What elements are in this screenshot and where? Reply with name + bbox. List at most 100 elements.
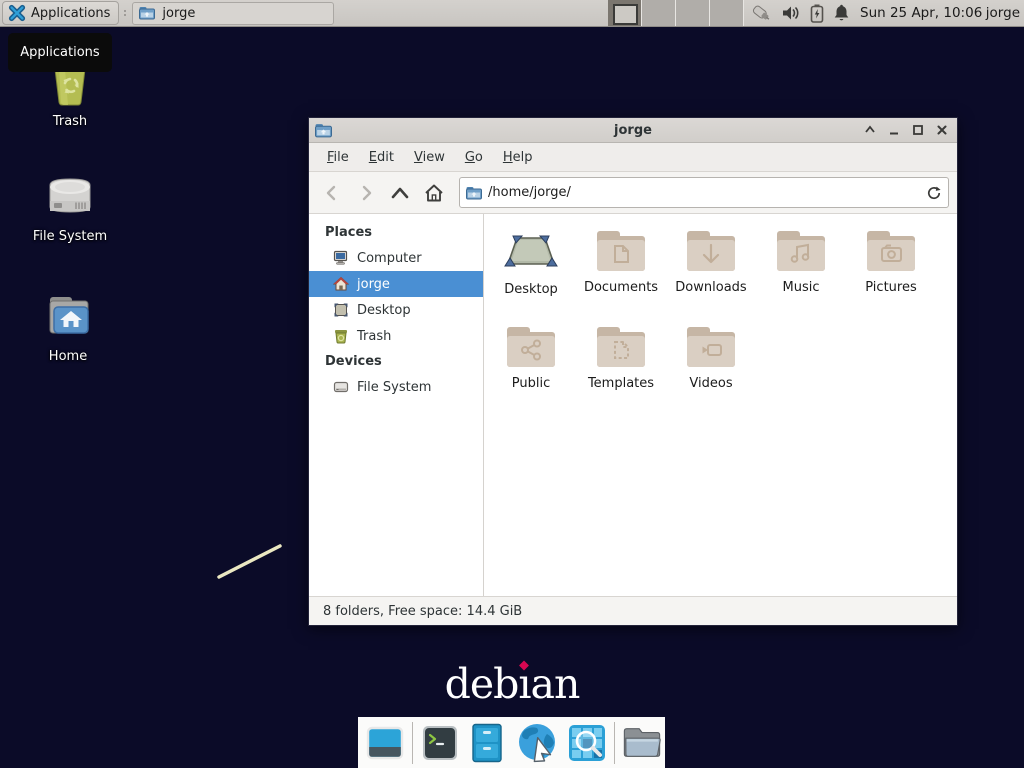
toolbar: /home/jorge/ [309,172,957,214]
applications-menu-button[interactable]: Applications [2,1,119,25]
desktop-icon-label: Home [20,349,116,364]
sidebar-item-jorge[interactable]: jorge [309,271,483,297]
notifications-bell-icon[interactable] [833,4,850,22]
folder-item-pictures[interactable]: Pictures [846,228,936,324]
desktop: Applications jorge [0,0,1024,768]
workspace-switcher[interactable] [608,0,744,26]
music-folder-icon [774,228,828,274]
directory-menu-launcher[interactable] [622,723,662,763]
input-device-icon[interactable] [750,3,772,23]
dock-separator [412,722,413,764]
sidebar-item-desktop[interactable]: Desktop [309,297,483,323]
workspace-2[interactable] [642,0,676,26]
minimize-button[interactable] [887,123,901,137]
forward-button[interactable] [351,178,381,208]
panel-handle[interactable] [122,4,128,22]
taskbar-window-label: jorge [162,6,195,21]
applications-menu-label: Applications [31,6,110,21]
desktop-icon-label: File System [22,229,118,244]
terminal-icon [421,724,459,762]
terminal-launcher[interactable] [420,723,460,763]
location-folder-icon [466,186,482,200]
show-desktop-icon [366,724,404,762]
public-folder-icon [504,324,558,370]
menubar: File Edit View Go Help [309,143,957,172]
show-desktop-button[interactable] [365,723,405,763]
pictures-folder-icon [864,228,918,274]
templates-folder-icon [594,324,648,370]
desktop-special-icon [503,228,559,276]
dock-separator [614,722,615,764]
app-finder-icon [567,723,607,763]
back-button[interactable] [317,178,347,208]
folder-item-public[interactable]: Public [486,324,576,420]
sidebar: Places Computer [309,214,484,596]
sidebar-item-file-system[interactable]: File System [309,374,483,400]
home-icon [333,276,349,292]
documents-folder-icon [594,228,648,274]
applications-tooltip: Applications [8,33,112,72]
shade-button[interactable] [863,123,877,137]
folder-item-documents[interactable]: Documents [576,228,666,324]
panel-user-label[interactable]: jorge [986,0,1020,26]
battery-charging-icon[interactable] [810,4,824,23]
home-button[interactable] [419,178,449,208]
file-cabinet-launcher[interactable] [467,723,507,763]
folder-item-templates[interactable]: Templates [576,324,666,420]
menu-go[interactable]: Go [455,143,493,171]
home-folder-icon [42,291,94,341]
workspace-4[interactable] [710,0,744,26]
web-browser-globe-icon [515,722,559,764]
close-button[interactable] [935,123,949,137]
folder-item-videos[interactable]: Videos [666,324,756,420]
menu-file[interactable]: File [317,143,359,171]
folder-item-downloads[interactable]: Downloads [666,228,756,324]
location-bar[interactable]: /home/jorge/ [459,177,949,208]
folder-item-desktop[interactable]: Desktop [486,228,576,324]
menu-view[interactable]: View [404,143,455,171]
web-browser-launcher[interactable] [514,723,560,763]
taskbar-window-button[interactable]: jorge [132,2,334,25]
desktop-icon-home[interactable]: Home [20,291,116,364]
folder-view: Desktop Documents [484,214,957,596]
trash-small-icon [333,328,349,344]
sidebar-item-trash[interactable]: Trash [309,323,483,349]
downloads-folder-icon [684,228,738,274]
places-header: Places [309,220,483,245]
hard-drive-icon [44,171,96,221]
file-manager-window: jorge File Edit View Go Help [308,117,958,626]
folder-icon [139,6,155,20]
panel-clock[interactable]: Sun 25 Apr, 10:06 [860,0,982,26]
desktop-icon [333,302,349,318]
window-titlebar[interactable]: jorge [309,118,957,143]
reload-icon[interactable] [926,185,942,201]
up-button[interactable] [385,178,415,208]
top-panel: Applications jorge [0,0,1024,27]
location-path: /home/jorge/ [488,185,571,200]
menu-edit[interactable]: Edit [359,143,404,171]
file-cabinet-icon [470,723,504,763]
app-finder-launcher[interactable] [567,723,607,763]
statusbar: 8 folders, Free space: 14.4 GiB [309,596,957,625]
workspace-1[interactable] [608,0,642,26]
folder-item-music[interactable]: Music [756,228,846,324]
debian-logo: debıan [0,660,1024,708]
devices-header: Devices [309,349,483,374]
system-tray [750,0,850,26]
window-title: jorge [309,123,957,138]
menu-help[interactable]: Help [493,143,543,171]
xfce-logo-icon [8,4,26,22]
workspace-3[interactable] [676,0,710,26]
dock-panel [358,717,665,768]
computer-icon [333,250,349,266]
status-text: 8 folders, Free space: 14.4 GiB [323,604,522,619]
gray-folder-icon [622,724,662,762]
videos-folder-icon [684,324,738,370]
drive-icon [333,379,349,395]
maximize-button[interactable] [911,123,925,137]
desktop-icon-filesystem[interactable]: File System [22,171,118,244]
workspace-window-thumb [613,4,638,25]
sidebar-item-computer[interactable]: Computer [309,245,483,271]
audio-volume-icon[interactable] [781,4,801,22]
desktop-icon-label: Trash [22,114,118,129]
